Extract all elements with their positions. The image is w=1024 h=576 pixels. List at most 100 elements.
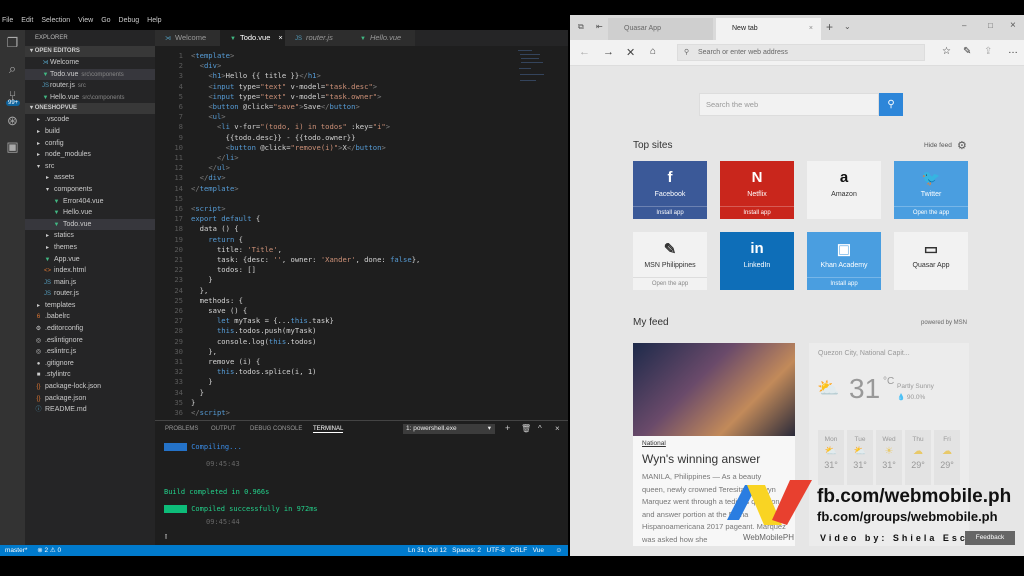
menu-selection[interactable]: Selection [41,17,70,29]
tree-item[interactable]: <> index.html [25,265,155,277]
terminal-select[interactable]: 1: powershell.exe ▾ [403,424,495,434]
tab-welcome[interactable]: ⋊ Welcome [155,30,220,46]
top-site-linkedin[interactable]: in LinkedIn [720,232,794,290]
forecast-day[interactable]: Wed ☀ 31° [876,430,902,485]
top-site-amazon[interactable]: a Amazon [807,161,881,219]
hide-feed-link[interactable]: Hide feed [924,142,952,149]
tab-hello-vue[interactable]: ▼ Hello.vue [350,30,415,46]
minimap[interactable] [518,48,548,88]
tab-debug-console[interactable]: DEBUG CONSOLE [250,426,302,432]
stop-icon[interactable]: ✕ [626,46,635,59]
explorer-icon[interactable]: ❐ [0,30,25,56]
home-icon[interactable]: ⌂ [650,46,656,57]
forecast-day[interactable]: Mon ⛅ 31° [818,430,844,485]
tab-output[interactable]: OUTPUT [211,426,236,432]
new-tab-icon[interactable]: + [826,20,833,34]
tree-item[interactable]: ▼ Todo.vue [25,218,155,231]
tree-item[interactable]: ▸ config [25,138,155,150]
extensions-icon[interactable]: ▣ [0,134,25,160]
maximize-icon[interactable]: □ [988,21,993,30]
tree-item[interactable]: ◎ .eslintrc.js [25,346,155,358]
feedback-smiley-icon[interactable]: ☺ [555,545,562,556]
open-editors-header[interactable]: ▾ OPEN EDITORS [25,46,155,57]
tab-todo-vue[interactable]: ▼ Todo.vue × [220,30,285,46]
project-header[interactable]: ▾ ONESHOPVUE [25,103,155,115]
tab-problems[interactable]: PROBLEMS [165,426,198,432]
new-terminal-icon[interactable]: + [505,423,510,433]
tree-item[interactable]: ⚙ .editorconfig [25,323,155,335]
news-category[interactable]: National [642,440,786,447]
site-action[interactable]: Open the app [633,277,707,290]
web-search-input[interactable]: Search the web [699,93,879,116]
site-action[interactable]: Open the app [894,206,968,219]
weather-location[interactable]: Quezon City, National Capit... [818,350,910,357]
news-headline[interactable]: Wyn's winning answer [642,452,786,466]
tree-item[interactable]: ■ .stylintrc [25,369,155,381]
tree-item[interactable]: ▾ src [25,161,155,173]
open-editor-item[interactable]: ▼ Todo.vue src\components [25,68,155,81]
tree-item[interactable]: JS main.js [25,277,155,289]
more-icon[interactable]: … [1008,45,1018,56]
tree-item[interactable]: ▸ statics [25,230,155,242]
tree-item[interactable]: ◎ .eslintignore [25,335,155,347]
menu-view[interactable]: View [78,17,93,29]
tree-item[interactable]: ▸ node_modules [25,149,155,161]
terminal-cursor[interactable]: ▯ [164,532,564,540]
forecast-day[interactable]: Fri ☁ 29° [934,430,960,485]
tree-item[interactable]: ▼ App.vue [25,254,155,266]
tree-item[interactable]: {} package.json [25,393,155,405]
tree-item[interactable]: ● .gitignore [25,358,155,370]
site-action[interactable]: Install app [633,206,707,219]
close-tab-icon[interactable]: × [809,18,813,40]
editor-status[interactable]: Ln 31, Col 12 Spaces: 2 UTF-8 CRLF Vue [408,545,544,556]
tree-item[interactable]: ▼ Hello.vue [25,207,155,219]
web-search-button[interactable]: ⚲ [879,93,903,116]
open-editor-item[interactable]: JSrouter.js src [25,80,155,92]
tree-item[interactable]: ▾ components [25,184,155,196]
tree-item[interactable]: ⓘ README.md [25,404,155,416]
share-icon[interactable]: ⇪ [984,46,992,57]
close-window-icon[interactable]: × [1010,20,1016,31]
source-control-icon[interactable]: ⑂ 99+ [0,82,25,108]
top-site-facebook[interactable]: f Facebook Install app [633,161,707,219]
chevron-down-icon[interactable]: ⌄ [844,22,851,31]
search-icon[interactable]: ⌕ [0,56,25,82]
top-site-netflix[interactable]: N Netflix Install app [720,161,794,219]
close-tab-icon[interactable]: × [278,33,282,42]
open-editor-item[interactable]: ▼ Hello.vue src\components [25,92,155,104]
site-action[interactable]: Install app [720,206,794,219]
tab-router-js[interactable]: JS router.js [285,30,350,46]
tree-item[interactable]: ▼ Error404.vue [25,196,155,208]
menu-edit[interactable]: Edit [21,17,33,29]
open-editor-item[interactable]: ⋊ Welcome [25,57,155,69]
tree-item[interactable]: {} package-lock.json [25,381,155,393]
site-action[interactable]: Install app [807,277,881,290]
minimize-icon[interactable]: – [962,21,966,30]
web-note-icon[interactable]: ✎ [963,46,971,57]
top-site-khan-academy[interactable]: ▣ Khan Academy Install app [807,232,881,290]
maximize-panel-icon[interactable]: ^ [538,424,542,433]
forward-icon[interactable]: → [603,46,614,58]
close-panel-icon[interactable]: × [555,424,560,433]
tab-new-tab[interactable]: New tab × [716,18,821,40]
forecast-day[interactable]: Tue ⛅ 31° [847,430,873,485]
problems-indicator[interactable]: ⊗ 2 ⚠ 0 [37,547,61,554]
feedback-button[interactable]: Feedback [965,531,1015,545]
top-site-msn-philippines[interactable]: ✎ MSN Philippines Open the app [633,232,707,290]
tree-item[interactable]: ▸ assets [25,172,155,184]
top-site-twitter[interactable]: 🐦 Twitter Open the app [894,161,968,219]
menu-go[interactable]: Go [101,17,110,29]
tree-item[interactable]: ▸ themes [25,242,155,254]
branch-indicator[interactable]: master* [5,547,27,554]
back-icon[interactable]: ← [579,46,590,58]
tree-item[interactable]: JS router.js [25,288,155,300]
trash-icon[interactable]: 🗑 [521,424,531,433]
debug-icon[interactable]: ⊛ [0,108,25,134]
menu-help[interactable]: Help [147,17,161,29]
favorites-icon[interactable]: ☆ [942,46,951,57]
tab-preview-icon[interactable]: ⧉ [578,22,584,32]
tree-item[interactable]: ▸ .vscode [25,114,155,126]
set-aside-icon[interactable]: ⇤ [596,22,603,31]
tree-item[interactable]: 6 .babelrc [25,311,155,323]
code-editor[interactable]: 1 <template> 2 <div> 3 <h1>Hello {{ title }… [155,46,568,417]
